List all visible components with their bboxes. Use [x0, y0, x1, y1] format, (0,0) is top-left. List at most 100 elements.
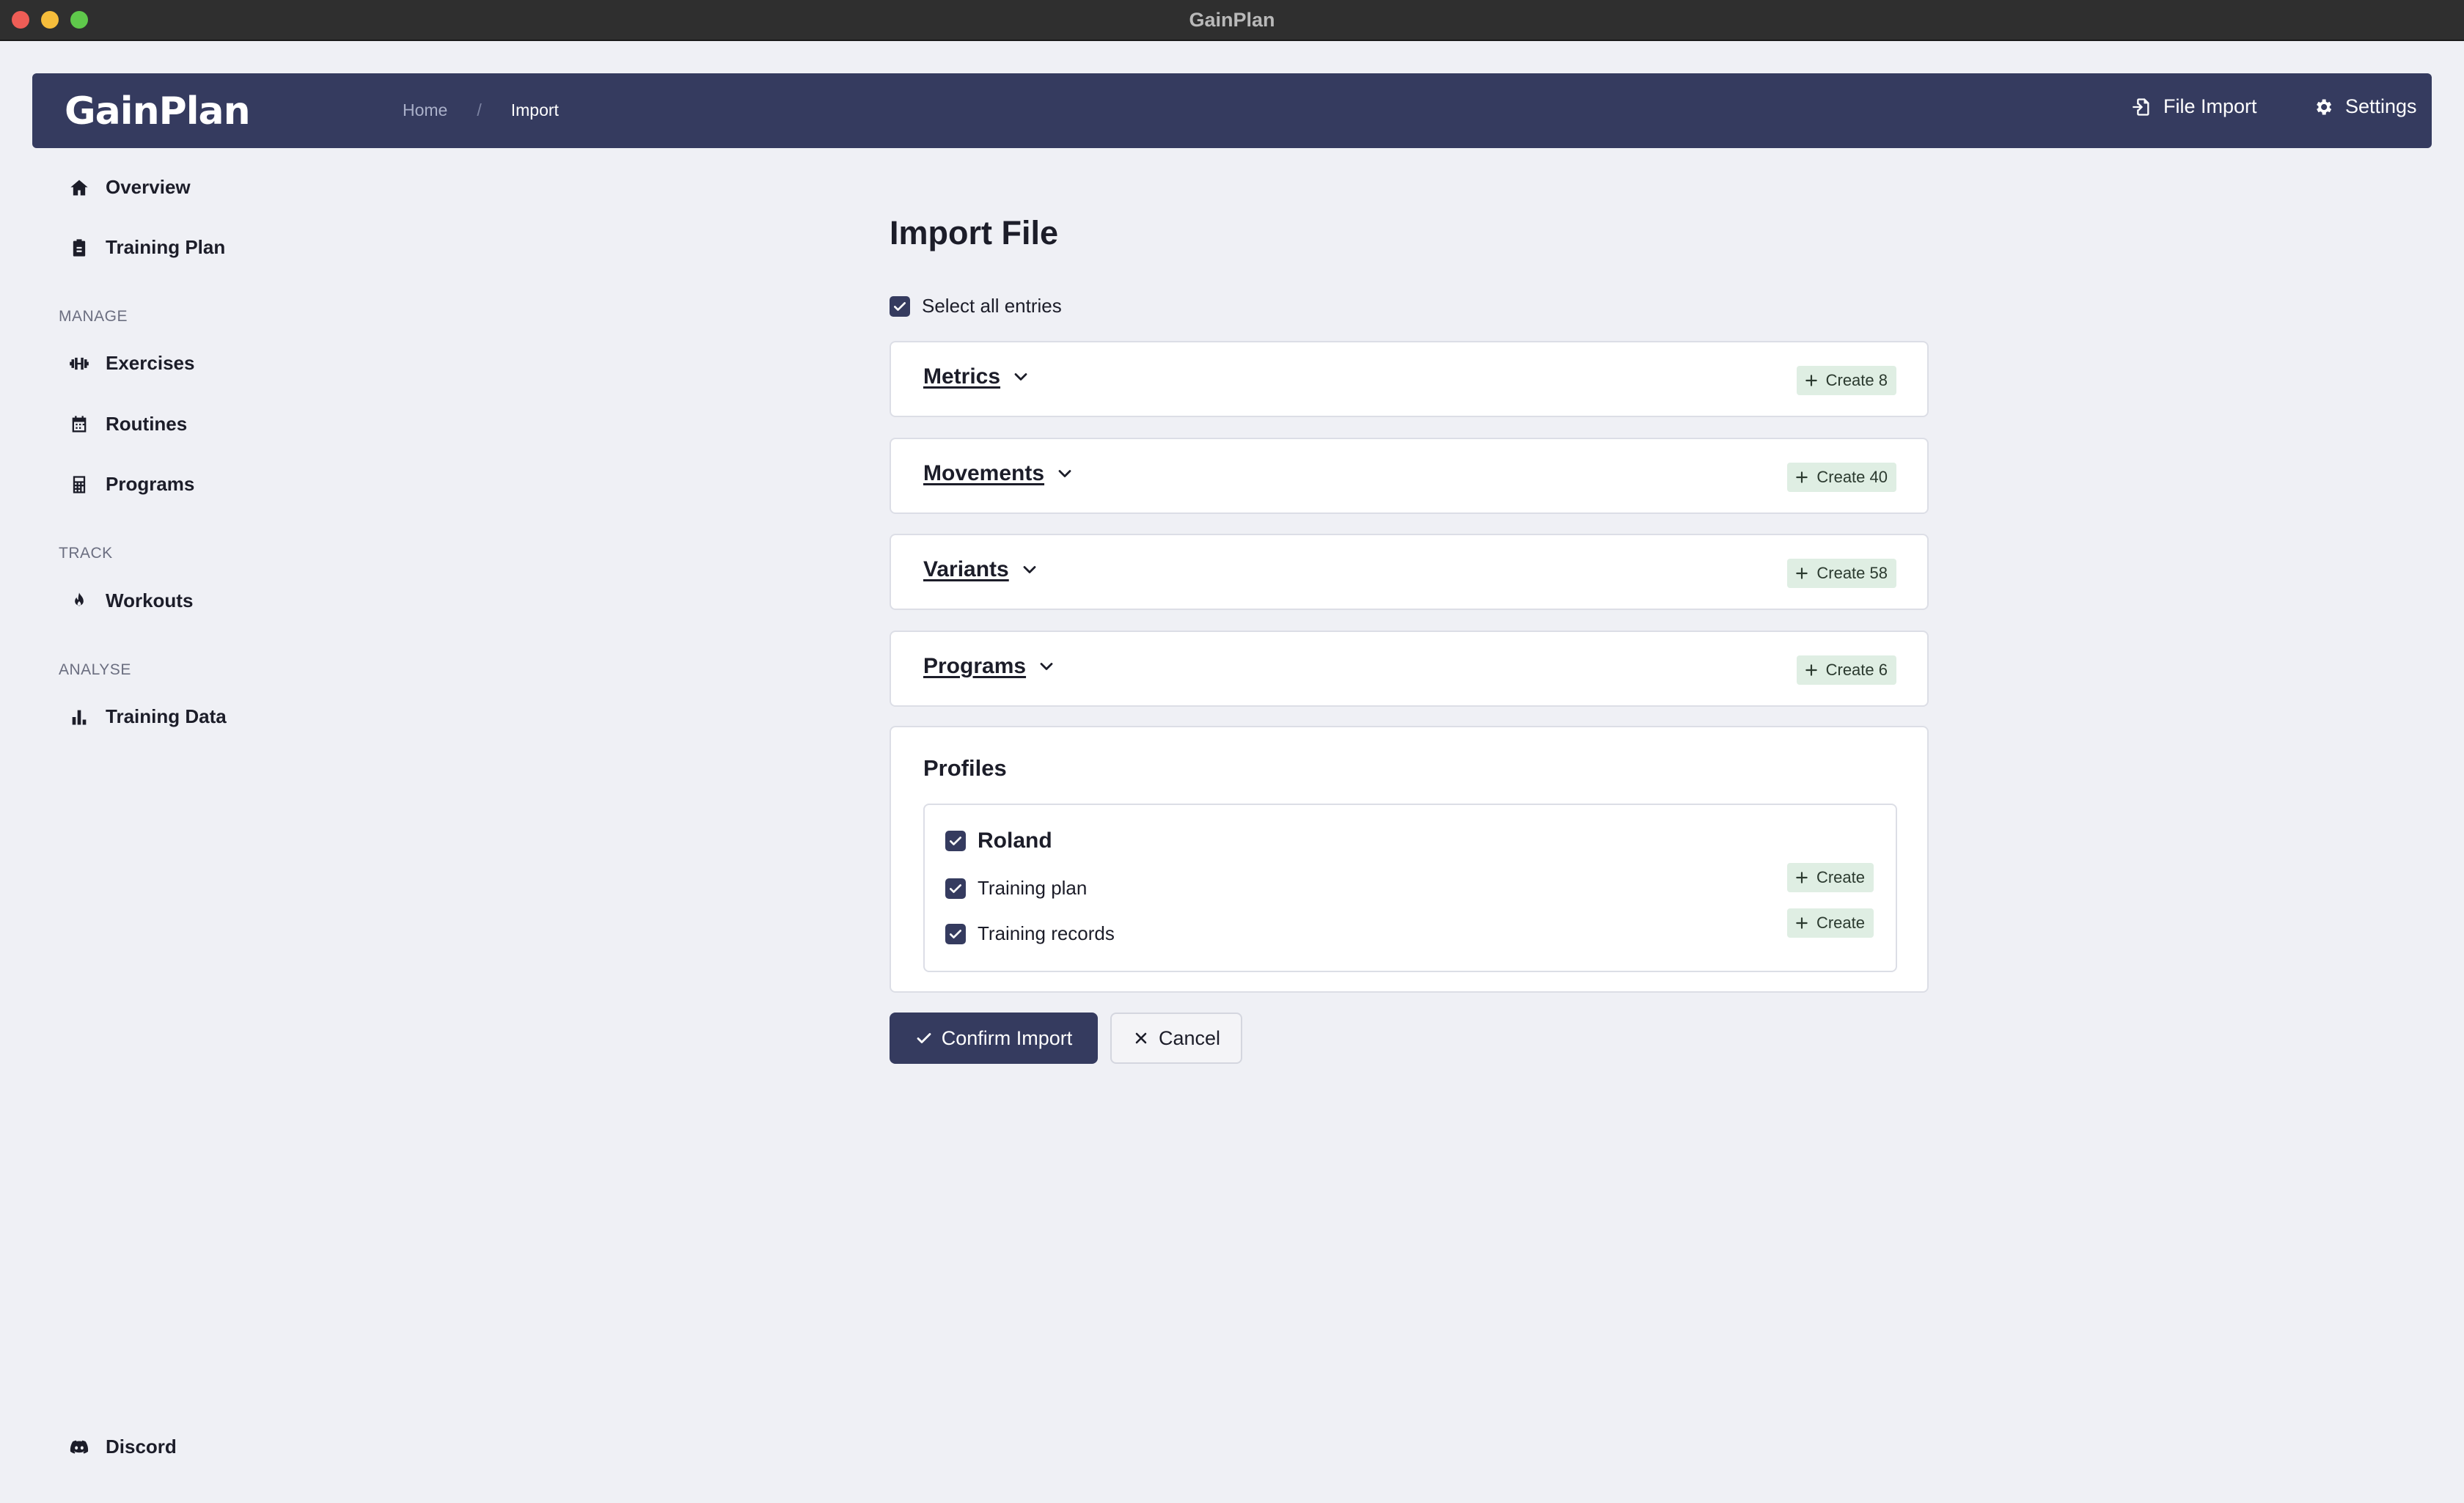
settings-button[interactable]: Settings	[2313, 95, 2417, 118]
file-import-icon	[2133, 98, 2149, 116]
chevron-down-icon	[1040, 663, 1053, 670]
sidebar: Overview Training Plan MANAGE Exercises …	[0, 148, 308, 1503]
fire-icon	[75, 592, 84, 606]
create-badge: Create 8	[1796, 366, 1896, 395]
cancel-label: Cancel	[1158, 1026, 1221, 1049]
cancel-button[interactable]: Cancel	[1110, 1013, 1242, 1064]
confirm-import-label: Confirm Import	[941, 1026, 1073, 1049]
create-badge-label: Create	[1816, 914, 1865, 932]
chevron-down-icon	[1058, 470, 1071, 477]
section-label: Movements	[923, 461, 1045, 485]
profile-name: Roland	[978, 828, 1052, 853]
window-titlebar: GainPlan	[0, 0, 2464, 41]
section-card-movements: Movements Create 40	[890, 438, 1929, 514]
plus-icon	[1796, 471, 1808, 483]
app-header: GainPlan Home / Import File Import Setti…	[32, 73, 2432, 148]
section-toggle-metrics[interactable]: Metrics	[923, 364, 1031, 389]
profile-row-training-records[interactable]: Training records	[945, 922, 1115, 945]
training-plan-checkbox[interactable]	[945, 878, 966, 899]
settings-label: Settings	[2345, 95, 2417, 117]
create-badge: Create	[1786, 908, 1874, 938]
calendar-icon	[72, 415, 87, 432]
section-card-variants: Variants Create 58	[890, 534, 1929, 610]
file-import-label: File Import	[2163, 95, 2257, 117]
sidebar-item-training-plan[interactable]: Training Plan	[69, 236, 225, 259]
training-records-checkbox[interactable]	[945, 923, 966, 944]
sidebar-item-label: Training Data	[106, 705, 227, 727]
plus-icon	[1796, 872, 1808, 883]
sidebar-item-overview[interactable]: Overview	[69, 176, 191, 199]
profile-box: Roland Training plan Create Training rec…	[923, 804, 1897, 972]
sidebar-section-manage: MANAGE	[59, 308, 128, 325]
breadcrumb-current: Import	[510, 100, 559, 120]
create-badge: Create 58	[1787, 559, 1896, 588]
section-toggle-programs[interactable]: Programs	[923, 654, 1057, 679]
file-import-button[interactable]: File Import	[2131, 95, 2257, 118]
breadcrumb: Home / Import	[403, 100, 559, 120]
create-badge-label: Create 40	[1816, 468, 1888, 486]
profile-row-label: Training records	[978, 922, 1115, 944]
create-badge-label: Create 58	[1816, 564, 1888, 582]
plus-icon	[1805, 664, 1817, 676]
section-toggle-movements[interactable]: Movements	[923, 461, 1075, 486]
breadcrumb-home[interactable]: Home	[403, 100, 447, 120]
sidebar-item-routines[interactable]: Routines	[69, 413, 187, 436]
plus-icon	[1796, 917, 1808, 929]
chevron-down-icon	[1023, 566, 1036, 573]
clipboard-icon	[73, 238, 86, 257]
profile-name-row[interactable]: Roland	[945, 828, 1052, 853]
sidebar-section-analyse: ANALYSE	[59, 661, 131, 678]
profiles-card: Profiles Roland Training plan Create Tra…	[890, 726, 1929, 993]
check-icon	[950, 883, 961, 893]
sidebar-item-programs[interactable]: Programs	[69, 473, 194, 496]
profiles-title: Profiles	[923, 755, 1007, 781]
dumbbell-icon	[70, 357, 89, 370]
bar-chart-icon	[72, 710, 87, 724]
select-all-checkbox[interactable]	[890, 295, 910, 317]
calculator-icon	[73, 475, 86, 493]
check-icon	[950, 929, 961, 938]
create-badge-label: Create 6	[1825, 661, 1888, 679]
section-label: Metrics	[923, 364, 1001, 389]
create-badge-label: Create 8	[1825, 371, 1888, 389]
section-toggle-variants[interactable]: Variants	[923, 557, 1040, 582]
select-all-entries[interactable]: Select all entries	[890, 295, 1062, 317]
sidebar-item-label: Overview	[106, 176, 191, 198]
section-card-metrics: Metrics Create 8	[890, 341, 1929, 417]
profile-checkbox[interactable]	[945, 831, 966, 851]
profile-row-training-plan[interactable]: Training plan	[945, 877, 1087, 900]
sidebar-item-label: Training Plan	[106, 236, 226, 258]
section-label: Variants	[923, 557, 1009, 581]
check-icon	[917, 1033, 931, 1043]
chevron-down-icon	[1014, 373, 1027, 381]
plus-icon	[1805, 375, 1817, 386]
sidebar-item-workouts[interactable]: Workouts	[69, 589, 193, 612]
create-badge-label: Create	[1816, 868, 1865, 886]
sidebar-item-label: Exercises	[106, 352, 195, 374]
breadcrumb-separator: /	[477, 100, 482, 120]
check-icon	[950, 837, 961, 845]
window-title: GainPlan	[1189, 9, 1275, 31]
sidebar-item-discord[interactable]: Discord	[69, 1436, 177, 1458]
sidebar-item-label: Programs	[106, 473, 195, 495]
gear-icon	[2317, 99, 2332, 114]
create-badge: Create	[1786, 863, 1874, 892]
sidebar-item-label: Workouts	[106, 589, 194, 611]
sidebar-item-training-data[interactable]: Training Data	[69, 705, 227, 728]
plus-icon	[1796, 567, 1808, 579]
home-icon	[70, 180, 88, 195]
app-logo[interactable]: GainPlan	[65, 89, 251, 133]
close-icon	[1135, 1032, 1147, 1044]
page-title: Import File	[890, 214, 1059, 251]
sidebar-item-label: Discord	[106, 1436, 177, 1458]
discord-icon	[70, 1440, 89, 1454]
profile-row-label: Training plan	[978, 877, 1088, 899]
confirm-import-button[interactable]: Confirm Import	[890, 1013, 1098, 1064]
section-card-programs: Programs Create 6	[890, 631, 1929, 707]
check-icon	[894, 301, 906, 311]
sidebar-item-exercises[interactable]: Exercises	[69, 352, 194, 375]
section-label: Programs	[923, 654, 1027, 678]
create-badge: Create 6	[1796, 655, 1896, 685]
sidebar-item-label: Routines	[106, 413, 188, 435]
sidebar-section-track: TRACK	[59, 545, 113, 562]
